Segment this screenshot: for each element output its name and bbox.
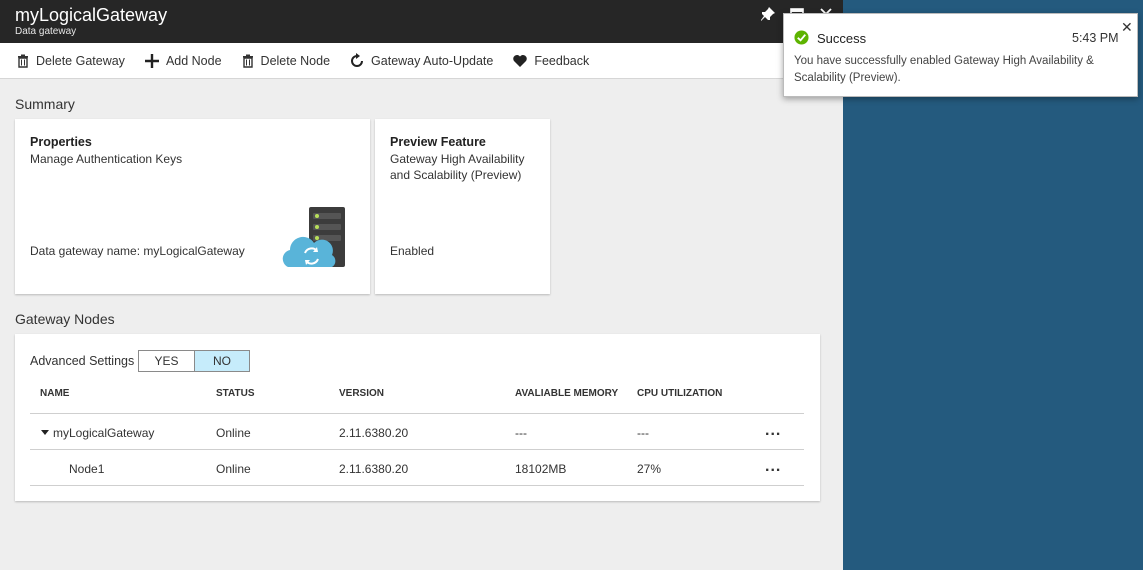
notification-status: Success xyxy=(817,31,867,46)
blade-subtitle: Data gateway xyxy=(15,26,77,37)
delete-node-button[interactable]: Delete Node xyxy=(241,53,331,68)
grid-divider xyxy=(30,485,804,486)
trash-icon xyxy=(18,54,28,68)
add-node-button[interactable]: Add Node xyxy=(144,53,222,69)
column-header-memory[interactable]: AVALIABLE MEMORY xyxy=(515,388,618,399)
delete-node-label: Delete Node xyxy=(260,53,331,68)
row-name: myLogicalGateway xyxy=(53,426,155,440)
row-name: Node1 xyxy=(69,462,105,476)
column-header-cpu[interactable]: CPU UTILIZATION xyxy=(637,388,722,399)
row-status: Online xyxy=(216,462,251,476)
row-memory: 18102MB xyxy=(515,462,567,476)
more-options-icon[interactable]: ... xyxy=(765,422,781,440)
gateway-nodes-heading: Gateway Nodes xyxy=(15,311,115,327)
more-options-icon[interactable]: ... xyxy=(765,458,781,476)
heart-icon xyxy=(513,54,528,67)
preview-state: Enabled xyxy=(390,244,435,258)
blade-titlebar: myLogicalGateway Data gateway xyxy=(0,0,843,43)
success-notification[interactable]: Success 5:43 PM ✕ You have successfully … xyxy=(783,13,1138,97)
preview-feature-tile[interactable]: Preview Feature Gateway High Availabilit… xyxy=(375,119,550,294)
feedback-button[interactable]: Feedback xyxy=(512,54,589,68)
auto-update-label: Gateway Auto-Update xyxy=(371,53,494,68)
notification-message: You have successfully enabled Gateway Hi… xyxy=(794,55,1094,84)
properties-tile[interactable]: Properties Manage Authentication Keys Da… xyxy=(15,119,370,294)
command-bar: Delete Gateway Add Node Delete Node Gate… xyxy=(0,43,843,79)
blade-title: myLogicalGateway xyxy=(15,5,168,25)
row-cpu: 27% xyxy=(637,462,662,476)
row-status: Online xyxy=(216,426,251,440)
notification-close-icon[interactable]: ✕ xyxy=(1121,19,1133,36)
properties-title: Properties xyxy=(30,135,92,149)
column-header-version[interactable]: VERSION xyxy=(339,388,384,399)
gateway-name-text: Data gateway name: myLogicalGateway xyxy=(30,244,245,258)
notification-time: 5:43 PM xyxy=(1072,31,1119,45)
advanced-settings-toggle[interactable]: YES NO xyxy=(138,350,250,372)
summary-heading: Summary xyxy=(15,96,75,112)
row-version: 2.11.6380.20 xyxy=(339,426,409,440)
column-header-name[interactable]: NAME xyxy=(40,388,69,399)
gateway-blade: myLogicalGateway Data gateway Delete Gat… xyxy=(0,0,843,570)
success-check-icon xyxy=(794,30,809,45)
row-cpu: --- xyxy=(637,426,649,440)
table-row[interactable]: Node1 Online 2.11.6380.20 18102MB 27% ..… xyxy=(15,450,820,486)
gateway-nodes-card: Advanced Settings YES NO NAME STATUS VER… xyxy=(15,334,820,501)
trash-icon xyxy=(242,54,253,68)
pin-icon[interactable] xyxy=(760,6,778,24)
feedback-label: Feedback xyxy=(534,53,590,68)
delete-gateway-label: Delete Gateway xyxy=(36,53,125,68)
advanced-settings-label: Advanced Settings xyxy=(30,354,135,368)
column-header-status[interactable]: STATUS xyxy=(216,388,255,399)
gateway-auto-update-button[interactable]: Gateway Auto-Update xyxy=(349,52,494,69)
plus-icon xyxy=(144,53,159,68)
toggle-no-option[interactable]: NO xyxy=(194,351,249,371)
toggle-yes-option[interactable]: YES xyxy=(139,351,194,371)
add-node-label: Add Node xyxy=(165,53,222,68)
preview-title: Preview Feature xyxy=(390,135,486,149)
refresh-icon xyxy=(351,52,364,67)
gateway-cloud-server-icon xyxy=(282,207,345,267)
caret-down-icon[interactable] xyxy=(41,430,49,435)
manage-keys-link[interactable]: Manage Authentication Keys xyxy=(30,151,280,167)
table-row[interactable]: myLogicalGateway Online 2.11.6380.20 ---… xyxy=(15,414,820,450)
delete-gateway-button[interactable]: Delete Gateway xyxy=(16,54,125,68)
preview-description: Gateway High Availability and Scalabilit… xyxy=(390,152,525,182)
row-memory: --- xyxy=(515,426,527,440)
row-version: 2.11.6380.20 xyxy=(339,462,409,476)
